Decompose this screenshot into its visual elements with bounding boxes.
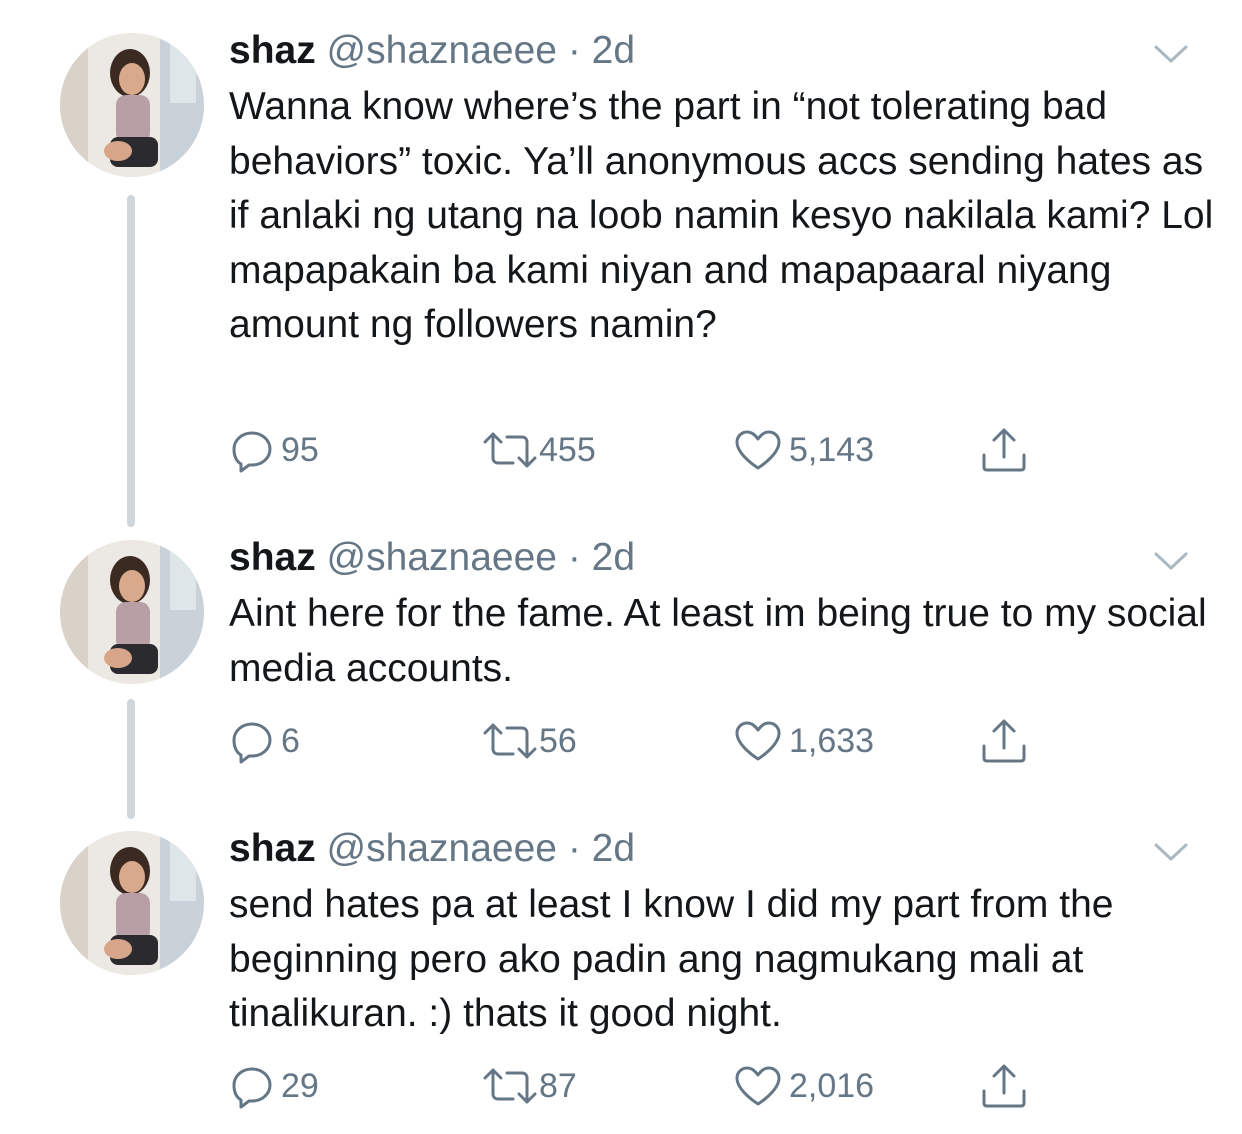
like-button[interactable]: 2,016 (733, 1059, 874, 1113)
reply-button[interactable]: 29 (229, 1059, 319, 1113)
tweet-header: shaz @shaznaeee · 2d (229, 824, 635, 874)
retweet-count: 87 (539, 1067, 577, 1105)
tweet[interactable]: shaz @shaznaeee · 2d send hates pa at le… (0, 0, 1242, 1134)
reply-icon (229, 1063, 275, 1109)
display-name[interactable]: shaz (229, 827, 316, 870)
timestamp[interactable]: 2d (592, 827, 635, 870)
user-handle[interactable]: @shaznaeee (327, 827, 557, 870)
share-button[interactable] (979, 1059, 1029, 1113)
heart-icon (733, 1064, 783, 1108)
retweet-icon (481, 1066, 539, 1106)
avatar[interactable] (60, 831, 204, 975)
retweet-button[interactable]: 87 (481, 1059, 577, 1113)
action-bar: 29 87 2,016 (229, 1059, 1049, 1113)
chevron-down-icon[interactable] (1152, 840, 1190, 864)
separator-dot: · (567, 827, 581, 870)
like-count: 2,016 (789, 1067, 875, 1105)
share-icon (979, 1061, 1029, 1111)
reply-count: 29 (281, 1067, 319, 1105)
tweet-text: send hates pa at least I know I did my p… (229, 883, 1125, 1035)
